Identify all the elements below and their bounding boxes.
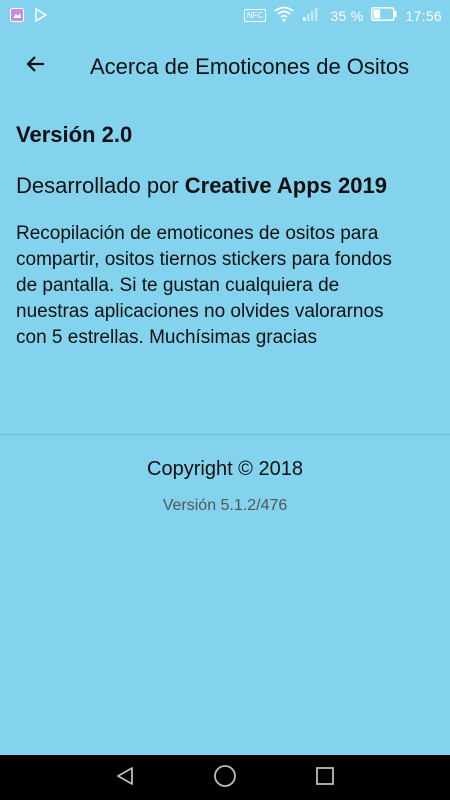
play-store-icon	[34, 7, 48, 27]
status-left-icons	[10, 7, 48, 27]
nav-back-button[interactable]	[105, 763, 145, 793]
status-time: 17:56	[405, 7, 442, 24]
battery-fill	[373, 9, 381, 19]
signal-icon	[302, 6, 322, 25]
app-version-text: Versión 5.1.2/476	[162, 497, 288, 514]
page-title: Acerca de Emoticones de Ositos	[90, 54, 410, 79]
back-button[interactable]	[14, 44, 58, 88]
system-nav-bar	[0, 755, 450, 800]
battery-percent: 35 %	[330, 7, 364, 24]
divider	[0, 434, 450, 435]
wifi-icon	[274, 6, 294, 25]
about-content: Versión 2.0 Desarrollado por Creative Ap…	[16, 118, 416, 351]
nav-home-button[interactable]	[205, 763, 245, 793]
developer-name: Creative Apps 2019	[184, 173, 387, 198]
recents-square-icon	[315, 766, 335, 791]
developer-line: Desarrollado por Creative Apps 2019	[16, 170, 416, 201]
status-right-icons: NFC 35 % 17:56	[243, 6, 442, 25]
arrow-left-icon	[24, 52, 48, 81]
status-bar: NFC 35 % 17:56	[0, 0, 450, 32]
app-toolbar: Acerca de Emoticones de Ositos	[0, 32, 450, 102]
copyright-text: Copyright © 2018	[147, 458, 303, 480]
gallery-icon	[10, 8, 24, 27]
nfc-icon: NFC	[243, 9, 267, 22]
battery-icon	[371, 7, 397, 24]
back-triangle-icon	[114, 765, 136, 792]
version-heading: Versión 2.0	[16, 122, 133, 147]
nav-recents-button[interactable]	[305, 763, 345, 793]
app-description: Recopilación de emoticones de ositos par…	[16, 223, 392, 348]
developed-by-label: Desarrollado por	[16, 173, 185, 198]
home-circle-icon	[213, 764, 237, 793]
